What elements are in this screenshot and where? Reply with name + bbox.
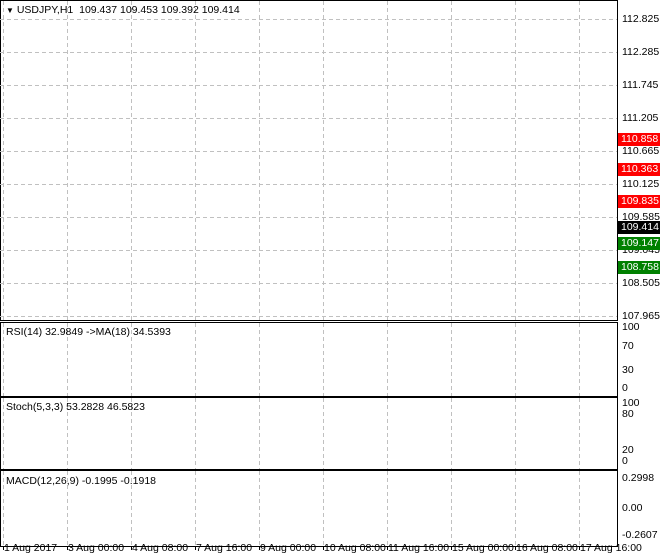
time-axis-label: 3 Aug 00:00 — [68, 542, 125, 554]
price-axis-label: 112.825 — [622, 13, 660, 25]
macd-axis-label: 0.2998 — [622, 472, 655, 484]
stoch-axis-label: 0 — [622, 455, 628, 467]
time-axis-label: 7 Aug 16:00 — [196, 542, 253, 554]
support-price-tag: 108.758 — [618, 261, 660, 274]
time-axis-label: 10 Aug 08:00 — [324, 542, 386, 554]
time-axis-label: 17 Aug 16:00 — [580, 542, 642, 554]
symbol-header: ▼ USDJPY,H1 109.437 109.453 109.392 109.… — [6, 4, 240, 16]
time-axis-label: 4 Aug 08:00 — [132, 542, 189, 554]
resistance-price-tag: 110.858 — [618, 133, 660, 146]
time-axis-label: 1 Aug 2017 — [4, 542, 58, 554]
price-axis-label: 112.285 — [622, 46, 660, 58]
rsi-axis-label: 100 — [622, 321, 640, 333]
resistance-price-tag: 110.363 — [618, 163, 660, 176]
dropdown-triangle-icon[interactable]: ▼ — [6, 6, 14, 15]
stoch-title: Stoch(5,3,3) 53.2828 46.5823 — [6, 401, 145, 413]
time-axis-label: 11 Aug 16:00 — [388, 542, 450, 554]
resistance-price-tag: 109.835 — [618, 195, 660, 208]
panel-frame — [0, 0, 618, 321]
stoch-axis-label: 80 — [622, 408, 634, 420]
time-axis-label: 15 Aug 00:00 — [452, 542, 514, 554]
rsi-axis-label: 70 — [622, 340, 634, 352]
rsi-axis-label: 30 — [622, 364, 634, 376]
time-axis-label: 9 Aug 00:00 — [260, 542, 317, 554]
price-axis-label: 111.745 — [622, 79, 659, 91]
macd-axis-label: -0.2607 — [622, 529, 658, 541]
macd-title: MACD(12,26,9) -0.1995 -0.1918 — [6, 475, 156, 487]
price-axis-label: 108.505 — [622, 277, 660, 289]
time-axis-label: 16 Aug 08:00 — [516, 542, 578, 554]
rsi-axis-label: 0 — [622, 382, 628, 394]
price-axis-label: 110.665 — [622, 145, 660, 157]
support-price-tag: 109.147 — [618, 237, 660, 250]
ohlc-values: 109.437 109.453 109.392 109.414 — [79, 4, 240, 16]
macd-axis-label: 0.00 — [622, 502, 643, 514]
current-price-tag: 109.414 — [618, 221, 660, 234]
rsi-title: RSI(14) 32.9849 ->MA(18) 34.5393 — [6, 326, 171, 338]
chart-window[interactable]: ▼ USDJPY,H1 109.437 109.453 109.392 109.… — [0, 0, 660, 560]
symbol-label: USDJPY,H1 — [16, 4, 74, 16]
price-axis-label: 110.125 — [622, 178, 660, 190]
price-axis-label: 111.205 — [622, 112, 659, 124]
